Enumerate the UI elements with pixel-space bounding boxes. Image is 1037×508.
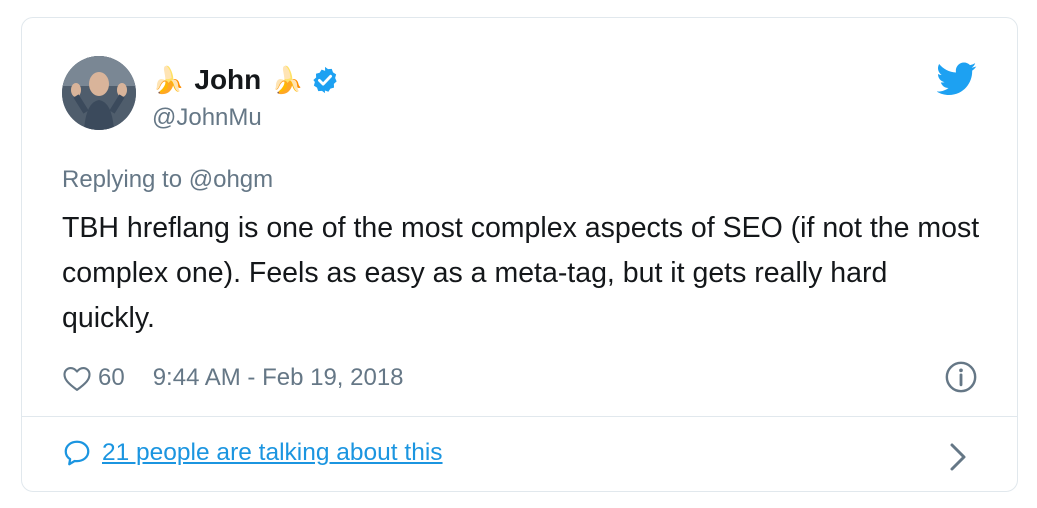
avatar[interactable]: [62, 56, 136, 130]
conversation-link[interactable]: 21 people are talking about this: [102, 439, 443, 467]
chevron-right-icon[interactable]: [947, 442, 969, 472]
replying-to-prefix: Replying to: [62, 166, 189, 193]
conversation-row[interactable]: 21 people are talking about this: [62, 438, 443, 468]
banana-emoji: 🍌: [152, 65, 185, 95]
heart-icon[interactable]: [62, 364, 92, 392]
tweet-meta-row: 60 9:44 AM - Feb 19, 2018: [62, 360, 404, 396]
speech-bubble-icon: [64, 440, 90, 466]
like-count: 60: [98, 364, 125, 391]
tweet-card: 🍌 John 🍌 @JohnMu Replying to @ohgm TBH h…: [21, 17, 1018, 492]
replying-to: Replying to @ohgm: [62, 166, 273, 194]
replying-to-handle-link[interactable]: @ohgm: [189, 166, 273, 193]
verified-badge-icon: [313, 66, 337, 94]
twitter-bird-icon[interactable]: [937, 62, 977, 96]
divider: [22, 416, 1017, 417]
tweet-text: TBH hreflang is one of the most complex …: [62, 212, 980, 334]
banana-emoji: 🍌: [271, 65, 304, 95]
info-icon[interactable]: [944, 360, 978, 394]
author-handle[interactable]: @JohnMu: [152, 104, 262, 132]
author-name[interactable]: John: [194, 64, 261, 96]
author-name-row[interactable]: 🍌 John 🍌: [152, 60, 340, 100]
tweet-timestamp[interactable]: 9:44 AM - Feb 19, 2018: [153, 364, 404, 392]
